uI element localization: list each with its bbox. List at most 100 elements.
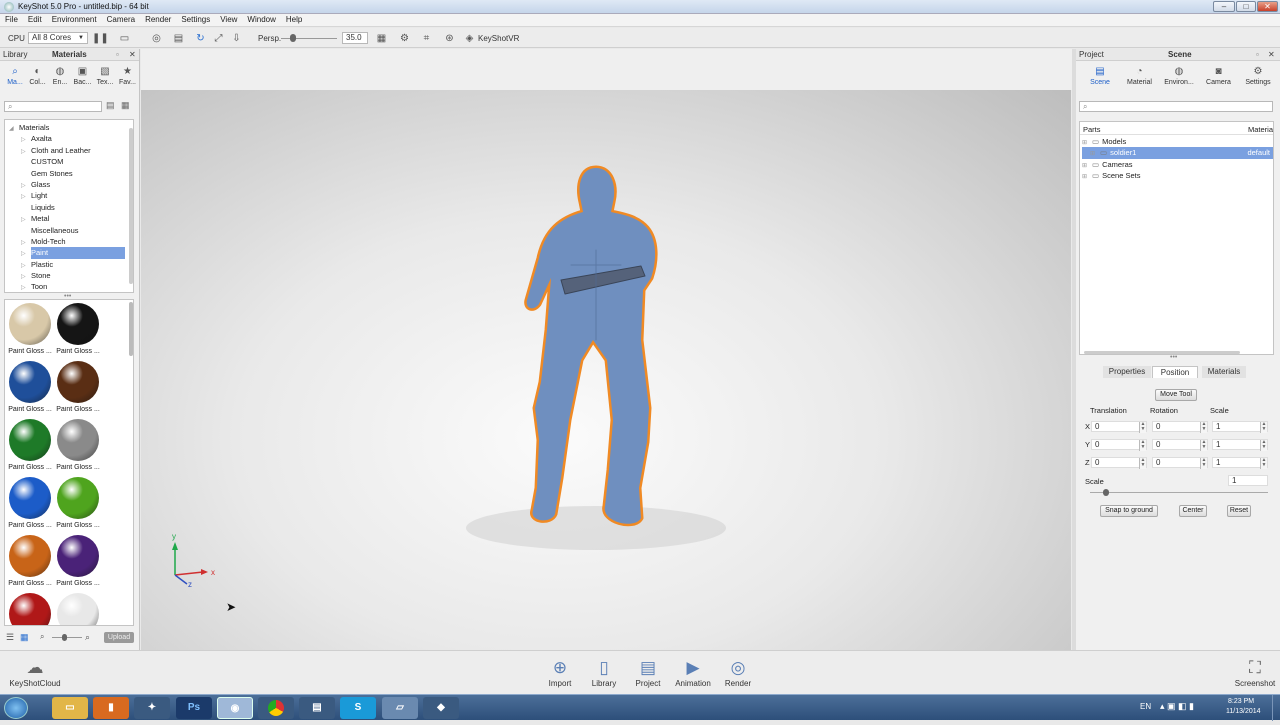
parts-scrollbar[interactable] (1084, 351, 1240, 354)
material-swatch[interactable]: Paint Gloss ... (56, 535, 100, 591)
spinner-icon[interactable]: ▲ ▼ (1200, 458, 1207, 469)
zoom-out-icon[interactable]: ⌕ (40, 632, 44, 642)
show-desktop-button[interactable] (1272, 695, 1280, 721)
video-taskbar-icon[interactable]: ▤ (299, 697, 335, 719)
start-button[interactable] (4, 697, 28, 719)
uniform-scale-input[interactable]: 1 (1228, 475, 1268, 486)
library-search-input[interactable]: ⌕ (4, 101, 102, 112)
material-swatch[interactable]: Paint Gloss ... (8, 361, 52, 417)
position-t-field[interactable]: 0 ▲ ▼ (1091, 421, 1147, 433)
down-arrow-icon[interactable]: ⇩ (230, 32, 243, 45)
thumb-size-handle[interactable] (62, 634, 67, 641)
center-button[interactable]: Center (1179, 505, 1207, 517)
misc-taskbar-icon[interactable]: ◆ (423, 697, 459, 719)
move-tool-button[interactable]: Move Tool (1155, 389, 1197, 401)
screenshot-button[interactable]: ⛶ Screenshot (1232, 657, 1278, 688)
fov-input[interactable]: 35.0 (342, 32, 368, 44)
project-button[interactable]: ▤ Project (626, 657, 670, 688)
library-tree-item[interactable]: ▷ Mold-Tech (9, 236, 133, 247)
library-tree-item[interactable]: ▷ Glass (9, 179, 133, 190)
spinner-icon[interactable]: ▲ ▼ (1260, 422, 1267, 433)
keyshotvr-label[interactable]: KeyShotVR (478, 32, 519, 45)
project-search-input[interactable]: ⌕ (1079, 101, 1273, 112)
spinner-icon[interactable]: ▲ ▼ (1139, 440, 1146, 451)
menu-settings[interactable]: Settings (176, 14, 215, 25)
material-swatch[interactable] (8, 593, 52, 625)
snap-to-ground-button[interactable]: Snap to ground (1100, 505, 1158, 517)
library-tab-3[interactable]: ▣ Bac... (71, 65, 95, 93)
library-tab-0[interactable]: ⌕ Ma... (3, 65, 27, 93)
skype-taskbar-icon[interactable]: S (340, 697, 376, 719)
animation-button[interactable]: ▶ Animation (671, 657, 715, 688)
spinner-icon[interactable]: ▲ ▼ (1139, 422, 1146, 433)
library-tree-item[interactable]: Liquids (9, 202, 133, 213)
library-tab-4[interactable]: ▧ Tex... (93, 65, 117, 93)
material-swatch[interactable]: Paint Gloss ... (56, 361, 100, 417)
library-tree-item[interactable]: ▷ Stone (9, 270, 133, 281)
scale-slider[interactable] (1090, 492, 1268, 493)
position-s-field[interactable]: 1 ▲ ▼ (1212, 457, 1268, 469)
spinner-icon[interactable]: ▲ ▼ (1200, 440, 1207, 451)
menu-edit[interactable]: Edit (23, 14, 47, 25)
fov-slider-handle[interactable] (290, 34, 296, 42)
library-button[interactable]: ▯ Library (582, 657, 626, 688)
grid-view-icon[interactable]: ▦ (20, 632, 29, 643)
parts-tree-item[interactable]: ⊞ ▭ Scene Sets (1082, 170, 1273, 181)
project-tab-settings[interactable]: ⚙ Settings (1239, 65, 1277, 93)
material-swatch[interactable] (56, 593, 100, 625)
language-indicator[interactable]: EN (1140, 702, 1151, 711)
position-s-field[interactable]: 1 ▲ ▼ (1212, 439, 1268, 451)
reset-button[interactable]: Reset (1227, 505, 1251, 517)
parts-tree-item[interactable]: ⊞ ▭ Models (1082, 136, 1273, 147)
spinner-icon[interactable]: ▲ ▼ (1200, 422, 1207, 433)
import-button[interactable]: ⊕ Import (538, 657, 582, 688)
position-t-field[interactable]: 0 ▲ ▼ (1091, 457, 1147, 469)
grid-icon[interactable]: ▦ (375, 32, 388, 45)
fit-icon[interactable]: ⤢ (212, 32, 225, 45)
list-view-icon[interactable]: ☰ (6, 632, 14, 643)
material-swatch[interactable]: Paint Gloss ... (56, 419, 100, 475)
position-r-field[interactable]: 0 ▲ ▼ (1152, 421, 1208, 433)
photoshop-taskbar-icon[interactable]: Ps (176, 697, 212, 719)
library-tree-item[interactable]: ▷ Light (9, 190, 133, 201)
library-tree-item[interactable]: ▷ Cloth and Leather (9, 145, 133, 156)
menu-environment[interactable]: Environment (47, 14, 102, 25)
keyshot-taskbar-icon[interactable]: ◉ (217, 697, 253, 719)
library-tree-item[interactable]: CUSTOM (9, 156, 133, 167)
library-tree-item[interactable]: Miscellaneous (9, 225, 133, 236)
library-tab-5[interactable]: ★ Fav... (116, 65, 140, 93)
library-tab-2[interactable]: ◍ En... (48, 65, 72, 93)
cpu-cores-select[interactable]: All 8 Cores ▼ (28, 32, 88, 44)
app-taskbar-icon[interactable]: ▮ (93, 697, 129, 719)
tool-taskbar-icon[interactable]: ▱ (382, 697, 418, 719)
material-swatch[interactable]: Paint Gloss ... (56, 303, 100, 359)
menu-window[interactable]: Window (242, 14, 280, 25)
figure-app-taskbar-icon[interactable]: ✦ (134, 697, 170, 719)
refresh-icon[interactable]: ↻ (194, 32, 207, 45)
material-swatch[interactable]: Paint Gloss ... (8, 303, 52, 359)
minimize-button[interactable]: – (1213, 1, 1235, 12)
subtab-position[interactable]: Position (1152, 366, 1198, 378)
screenshot-icon[interactable]: ◎ (150, 32, 163, 45)
spinner-icon[interactable]: ▲ ▼ (1260, 440, 1267, 451)
close-panel-icon[interactable]: ✕ (129, 49, 136, 61)
close-button[interactable]: ✕ (1257, 1, 1278, 12)
render-viewport[interactable]: x y z ➤ (141, 90, 1071, 650)
list-icon[interactable]: ▦ (121, 100, 130, 111)
print-icon[interactable]: ▤ (172, 32, 185, 45)
folder-icon[interactable]: ▤ (106, 100, 115, 111)
upload-button[interactable]: Upload (104, 632, 134, 643)
maximize-button[interactable]: □ (1236, 1, 1256, 12)
gear-icon[interactable]: ⚙ (398, 32, 411, 45)
target-icon[interactable]: ⊛ (443, 32, 456, 45)
library-tree-item[interactable]: ◢ Materials (9, 122, 133, 133)
swatch-scrollbar[interactable] (129, 302, 133, 356)
project-tab-camera[interactable]: ◙ Camera (1200, 65, 1238, 93)
explorer-taskbar-icon[interactable]: ▭ (52, 697, 88, 719)
menu-help[interactable]: Help (281, 14, 307, 25)
menu-render[interactable]: Render (140, 14, 176, 25)
chrome-taskbar-icon[interactable] (258, 697, 294, 719)
position-r-field[interactable]: 0 ▲ ▼ (1152, 439, 1208, 451)
menu-file[interactable]: File (0, 14, 23, 25)
splitter-handle[interactable]: ••• (1170, 354, 1177, 361)
